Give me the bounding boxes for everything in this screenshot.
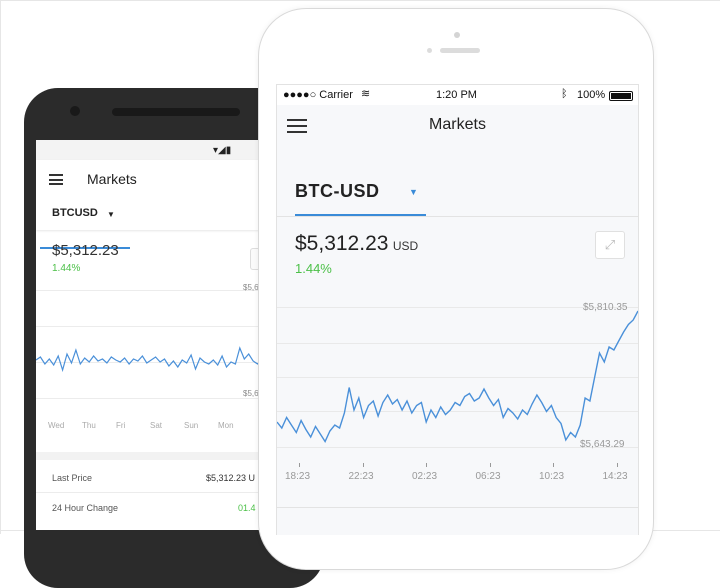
android-status-bar: ▾◢▮ — [36, 140, 262, 160]
divider — [277, 216, 638, 217]
android-price-chart — [36, 346, 262, 373]
change-percent: 1.44% — [52, 263, 81, 274]
x-tick — [362, 463, 364, 467]
pair-selector[interactable]: BTC-USD — [295, 181, 380, 202]
expand-icon[interactable]: ⤢ — [595, 231, 625, 259]
price-block: $5,312.23 USD — [295, 232, 418, 256]
high-label: $5,810.35 — [583, 302, 628, 313]
day-label: Sun — [184, 421, 199, 430]
x-tick — [553, 463, 554, 467]
change-24h-label: 24 Hour Change — [52, 503, 119, 513]
battery-percent: 100% — [577, 89, 606, 101]
last-price-value: $5,312.23 U — [206, 473, 256, 483]
ios-status-bar: ●●●●○ Carrier ≋ 1:20 PM ᛒ 100% — [277, 85, 638, 105]
front-camera — [427, 48, 432, 53]
wifi-icon: ≋ — [361, 88, 371, 100]
x-tick — [616, 463, 618, 467]
change-24h-value: 01.4 — [238, 503, 256, 513]
day-label: Mon — [218, 421, 234, 430]
camera — [454, 32, 460, 38]
camera — [70, 106, 80, 116]
day-label: Wed — [48, 421, 65, 430]
x-tick-label: 18:23 — [285, 471, 311, 482]
day-label: Fri — [116, 421, 126, 430]
day-label: Sat — [150, 421, 163, 430]
last-price-label: Last Price — [52, 473, 93, 483]
x-tick — [426, 463, 427, 467]
iphone-screen: ●●●●○ Carrier ≋ 1:20 PM ᛒ 100% Markets B… — [276, 84, 639, 535]
tab-pair[interactable]: BTCUSD — [52, 207, 98, 219]
price: $5,312.23 — [295, 232, 389, 255]
iphone-price-line — [277, 310, 638, 443]
battery-icon — [609, 91, 633, 101]
price: $5,312.23 — [52, 242, 119, 259]
day-label: Thu — [82, 421, 96, 430]
android-app-bar: Markets BTCUSD ▼ — [36, 160, 262, 249]
divider — [277, 507, 638, 508]
bluetooth-icon: ᛒ — [561, 88, 568, 100]
clock: 1:20 PM — [436, 89, 477, 101]
x-tick — [489, 463, 491, 467]
change-percent: 1.44% — [295, 261, 332, 276]
row-divider — [36, 492, 262, 493]
signal-battery-icon: ▾◢▮ — [213, 145, 232, 156]
screen-title: Markets — [87, 171, 137, 187]
nav-bar: Markets — [277, 105, 638, 149]
speaker — [112, 108, 240, 116]
screen-title: Markets — [429, 116, 486, 133]
android-screen: ▾◢▮ Markets BTCUSD ▼ $5,312.23 1.44% $5,… — [36, 140, 262, 530]
menu-icon[interactable] — [49, 174, 63, 185]
x-tick-label: 10:23 — [539, 471, 565, 482]
time-axis: 18:23 22:23 02:23 06:23 10:23 14:23 — [277, 463, 638, 487]
carrier-label: ●●●●○ Carrier — [283, 89, 353, 101]
low-label: $5,643.29 — [580, 439, 625, 450]
currency: USD — [392, 239, 419, 253]
x-tick-label: 14:23 — [602, 471, 628, 482]
chevron-down-icon[interactable]: ▼ — [409, 187, 418, 197]
x-tick-label: 06:23 — [475, 471, 501, 482]
day-axis: Wed Thu Fri Sat Sun Mon — [36, 421, 262, 433]
x-tick-label: 22:23 — [348, 471, 374, 482]
chevron-down-icon[interactable]: ▼ — [107, 210, 115, 219]
x-tick-label: 02:23 — [412, 471, 438, 482]
android-price-line — [36, 346, 262, 373]
speaker — [440, 48, 480, 53]
divider — [36, 452, 262, 460]
x-tick — [299, 463, 300, 467]
